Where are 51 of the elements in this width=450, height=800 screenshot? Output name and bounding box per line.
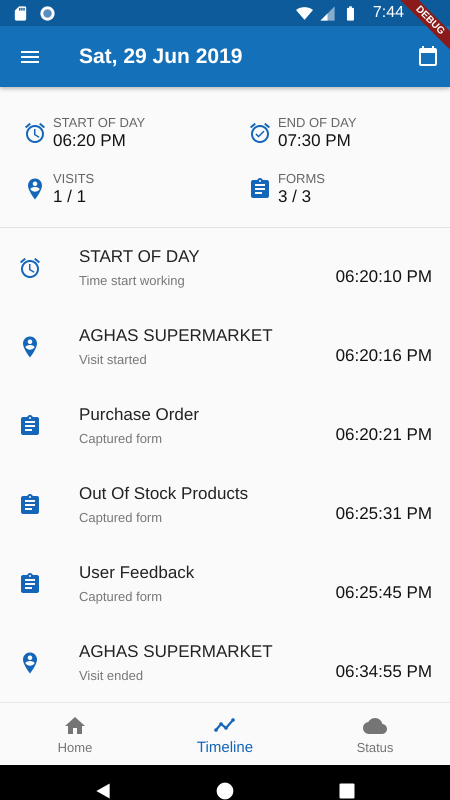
summary-label: START OF DAY — [53, 115, 146, 130]
clipboard-icon — [18, 492, 42, 516]
event-time: 06:20:16 PM — [336, 346, 432, 366]
alarm-check-icon — [248, 121, 272, 145]
event-subtitle: Time start working — [79, 273, 186, 288]
summary-label: END OF DAY — [278, 115, 356, 130]
event-subtitle: Captured form — [79, 431, 164, 446]
timeline-item[interactable]: User Feedback Captured form 06:25:45 PM — [0, 544, 450, 623]
calendar-icon[interactable] — [416, 44, 440, 68]
event-title: AGHAS SUPERMARKET — [79, 326, 274, 346]
nav-tab[interactable]: Home — [0, 703, 150, 765]
summary-label: FORMS — [278, 171, 325, 186]
event-title: START OF DAY — [79, 247, 201, 267]
timeline-item[interactable]: AGHAS SUPERMARKET Visit started 06:20:16 PM — [0, 307, 450, 386]
event-time: 06:25:31 PM — [336, 504, 432, 524]
summary-value: 3 / 3 — [278, 187, 312, 207]
timeline-item[interactable]: AGHAS SUPERMARKET Visit ended 06:34:55 PM — [0, 623, 450, 702]
event-title: AGHAS SUPERMARKET — [79, 642, 274, 662]
event-title: User Feedback — [79, 563, 196, 583]
home-circle-icon[interactable] — [215, 781, 235, 800]
event-subtitle: Captured form — [79, 589, 164, 604]
summary-label: VISITS — [53, 171, 94, 186]
alarm-clock-icon — [18, 256, 42, 280]
event-time: 06:20:21 PM — [336, 424, 432, 444]
clipboard-icon — [18, 572, 42, 596]
wifi-icon — [296, 4, 313, 22]
app-title: Sat, 29 Jun 2019 — [79, 44, 244, 68]
timeline-item[interactable]: Purchase Order Captured form 06:20:21 PM — [0, 386, 450, 465]
clipboard-icon — [18, 414, 42, 438]
nav-tab[interactable]: Status — [300, 703, 450, 765]
timeline-item[interactable]: START OF DAY Time start working 06:20:10 PM — [0, 228, 450, 307]
alarm-clock-icon — [23, 121, 47, 145]
event-subtitle: Visit started — [79, 352, 148, 367]
event-time: 06:25:45 PM — [336, 582, 432, 602]
event-subtitle: Visit ended — [79, 668, 144, 683]
event-time: 06:34:55 PM — [336, 662, 432, 682]
clipboard-icon — [248, 177, 272, 201]
summary-value: 1 / 1 — [53, 187, 88, 207]
signal-icon — [318, 4, 336, 22]
event-time: 06:20:10 PM — [336, 266, 432, 286]
event-subtitle: Captured form — [79, 510, 164, 525]
event-title: Purchase Order — [79, 405, 200, 425]
summary-value: 07:30 PM — [278, 131, 352, 151]
record-icon — [39, 4, 56, 22]
status-time: 7:44 — [372, 4, 404, 22]
recents-icon[interactable] — [337, 781, 357, 800]
nav-tab[interactable]: Timeline — [150, 703, 300, 765]
sd-card-icon — [12, 4, 29, 22]
timeline-item[interactable]: Out Of Stock Products Captured form 06:25:31 PM — [0, 465, 450, 544]
event-title: Out Of Stock Products — [79, 484, 250, 504]
summary-value: 06:20 PM — [53, 131, 127, 151]
